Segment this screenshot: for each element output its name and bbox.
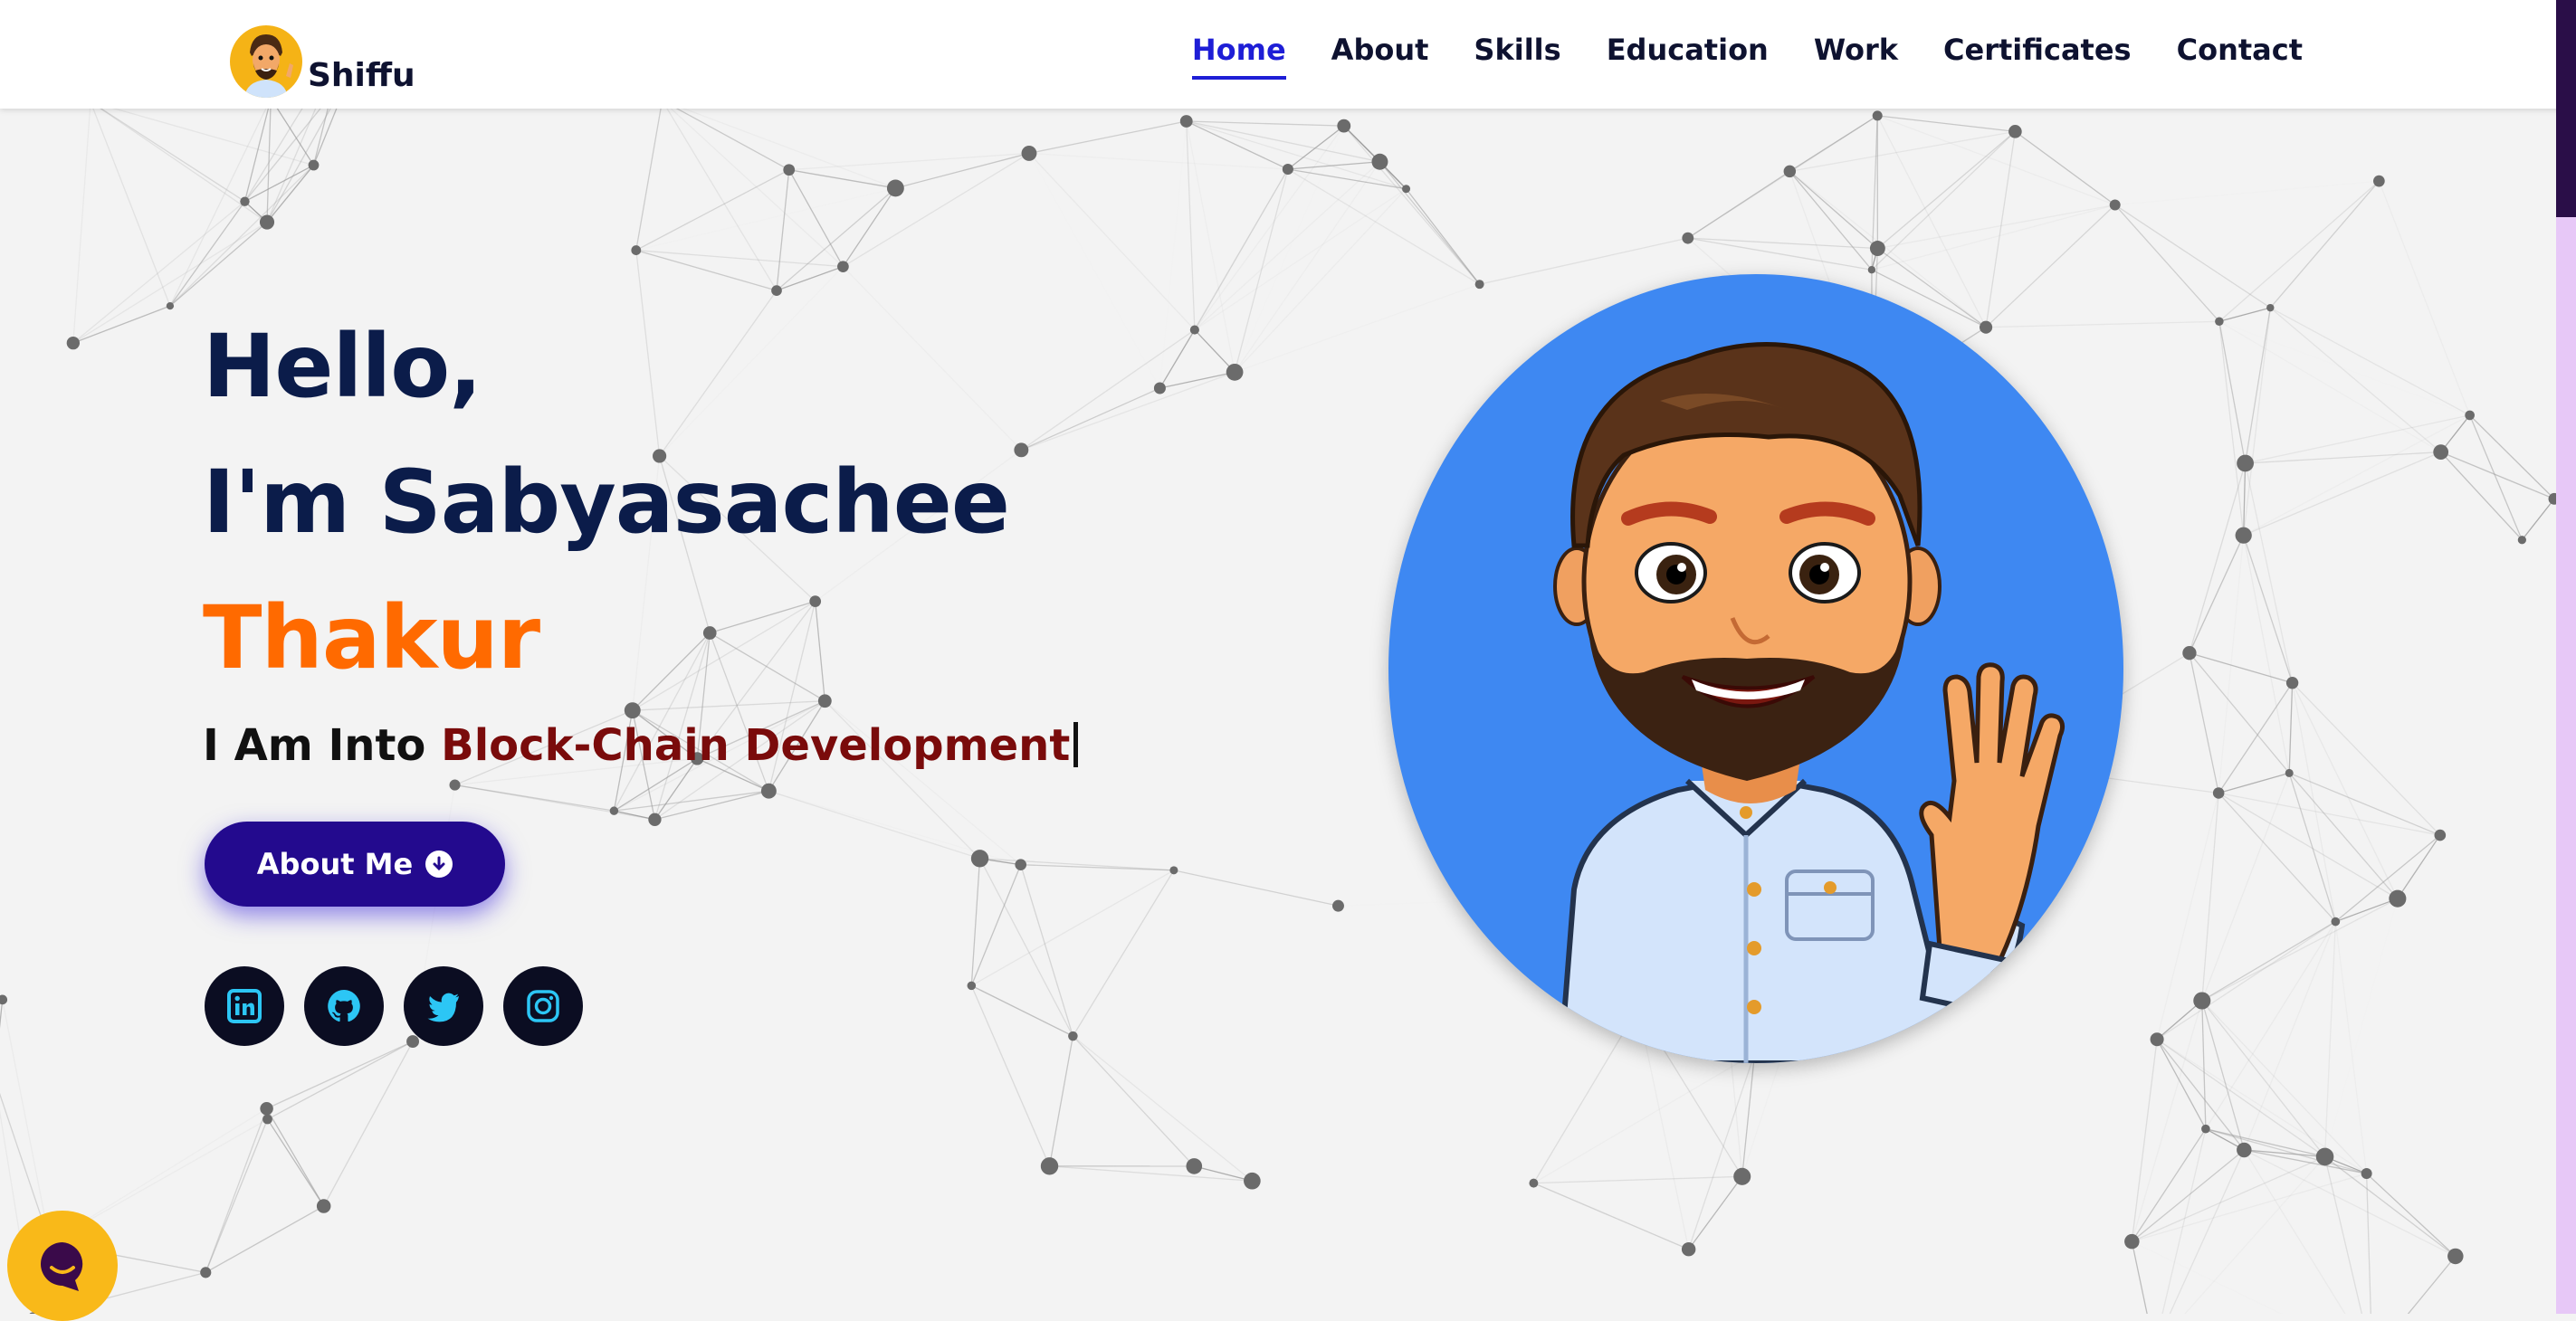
nav-home[interactable]: Home xyxy=(1192,25,1286,74)
arrow-down-circle-icon xyxy=(425,851,453,878)
nav-contact[interactable]: Contact xyxy=(2177,25,2303,74)
hero-heading: Hello, I'm Sabyasachee Thakur xyxy=(203,299,1009,706)
about-me-label: About Me xyxy=(257,847,413,881)
nav-certificates[interactable]: Certificates xyxy=(1943,25,2132,74)
nav-work[interactable]: Work xyxy=(1814,25,1898,74)
social-links xyxy=(205,966,583,1046)
instagram-icon[interactable] xyxy=(503,966,583,1046)
chat-launcher-button[interactable] xyxy=(7,1211,118,1321)
main-nav: Home About Skills Education Work Certifi… xyxy=(1192,0,2303,100)
typed-text: Block-Chain Development xyxy=(441,720,1070,771)
site-header: Shiffu Home About Skills Education Work … xyxy=(0,0,2576,109)
brand-logo-link[interactable]: Shiffu xyxy=(230,5,415,105)
hero-last-name: Thakur xyxy=(203,570,1009,706)
memoji-avatar-icon xyxy=(230,25,302,98)
hero-greeting: Hello, xyxy=(203,299,1009,434)
nav-skills[interactable]: Skills xyxy=(1474,25,1560,74)
chat-bubble-icon xyxy=(33,1237,91,1295)
hero-intro: I'm Sabyasachee xyxy=(203,434,1009,570)
nav-education[interactable]: Education xyxy=(1607,25,1769,74)
linkedin-icon[interactable] xyxy=(205,966,284,1046)
github-icon[interactable] xyxy=(304,966,384,1046)
waving-memoji-avatar-icon xyxy=(1388,274,2123,1063)
typing-line: I Am Into Block-Chain Development xyxy=(203,720,1078,771)
brand-name: Shiffu xyxy=(308,57,415,94)
typing-caret xyxy=(1073,722,1078,767)
nav-about[interactable]: About xyxy=(1331,25,1429,74)
typing-prefix: I Am Into xyxy=(203,720,441,771)
twitter-icon[interactable] xyxy=(404,966,483,1046)
scrollbar-thumb[interactable] xyxy=(2556,0,2576,217)
about-me-button[interactable]: About Me xyxy=(205,822,505,907)
